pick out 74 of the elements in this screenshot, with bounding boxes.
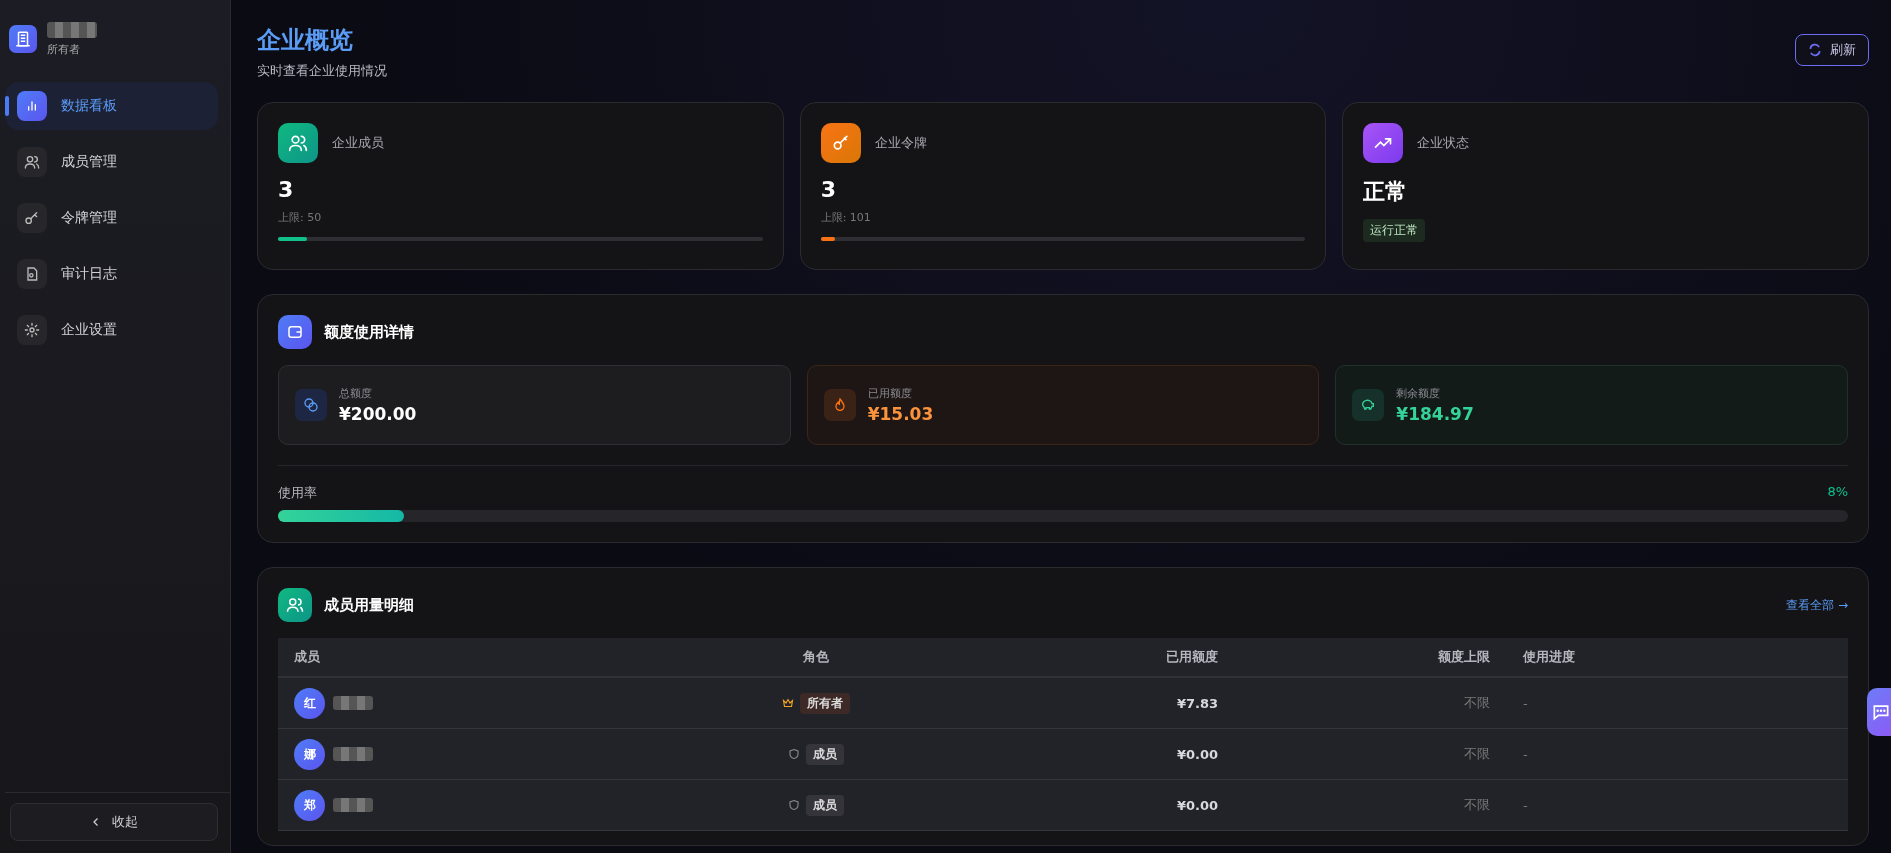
nav-item[interactable]: 企业设置 (5, 306, 218, 354)
table-cell: - (1491, 779, 1848, 831)
table-cell: ¥0.00 (917, 779, 1219, 831)
section-title: 额度使用详情 (324, 322, 414, 342)
table-cell: ¥0.00 (917, 728, 1219, 780)
users-icon (278, 588, 312, 622)
section-title: 成员用量明细 (324, 595, 414, 615)
trending-up-icon (1363, 123, 1404, 163)
quota-label: 总额度 (339, 386, 373, 401)
usage-rate-value: 8% (1827, 484, 1848, 501)
coins-icon (295, 389, 327, 421)
column-header: 使用进度 (1491, 638, 1848, 677)
table-cell: 不限 (1219, 779, 1491, 831)
users-icon (17, 147, 47, 177)
quota-value: ¥200.00 (339, 404, 417, 424)
column-header: 已用额度 (917, 638, 1219, 677)
stat-label: 企业成员 (332, 134, 384, 152)
settings-icon (17, 315, 47, 345)
crown-icon (782, 697, 794, 709)
member-name-redacted (333, 696, 373, 710)
status-badge: 运行正常 (1363, 219, 1426, 242)
users-icon (278, 123, 318, 163)
limit-text: 上限: 101 (820, 210, 872, 225)
page-title: 企业概览 (257, 25, 354, 56)
member-name-redacted (333, 798, 373, 812)
stat-value: 正常 (1363, 178, 1409, 206)
limit-text: 上限: 50 (278, 210, 323, 225)
key-icon (820, 123, 861, 163)
table-cell: ¥7.83 (917, 677, 1219, 729)
table-cell: 不限 (1219, 677, 1491, 729)
avatar: 红 (294, 687, 325, 719)
member-name-redacted (333, 747, 373, 761)
role-tag: 成员 (806, 794, 844, 816)
collapse-button[interactable]: 收起 (10, 803, 218, 841)
wallet-icon (278, 315, 312, 349)
stat-label: 企业状态 (1417, 134, 1470, 152)
avatar: 娜 (294, 738, 325, 770)
shield-icon (788, 799, 800, 811)
nav-item[interactable]: 成员管理 (5, 138, 218, 186)
org-name-redacted (47, 21, 97, 38)
role-tag: 成员 (806, 743, 844, 765)
view-all-link[interactable]: 查看全部 → (1786, 596, 1848, 614)
quota-value: ¥15.03 (867, 404, 934, 424)
table-cell: 不限 (1219, 728, 1491, 780)
document-icon (17, 259, 47, 289)
flame-icon (823, 389, 856, 421)
refresh-icon (1808, 43, 1822, 57)
avatar: 郑 (294, 789, 325, 821)
table-cell: - (1491, 728, 1848, 780)
piggy-bank-icon (1352, 389, 1385, 421)
nav-item[interactable]: 数据看板 (5, 82, 218, 130)
building-logo-icon (9, 25, 37, 53)
column-header: 额度上限 (1219, 638, 1491, 677)
chat-button[interactable] (1867, 688, 1891, 736)
user-role: 所有者 (47, 41, 81, 57)
stat-value: 3 (278, 177, 295, 202)
shield-icon (788, 748, 800, 760)
nav-item[interactable]: 审计日志 (5, 250, 218, 298)
table-cell: - (1491, 677, 1848, 729)
column-header: 成员 (278, 638, 715, 677)
bar-chart-icon (17, 91, 47, 121)
column-header: 角色 (715, 638, 917, 677)
stat-value: 3 (820, 177, 837, 202)
usage-rate-label: 使用率 (278, 484, 317, 502)
stat-label: 企业令牌 (874, 134, 927, 152)
refresh-button[interactable]: 刷新 (1795, 34, 1869, 66)
quota-value: ¥184.97 (1396, 404, 1474, 424)
key-icon (17, 203, 47, 233)
chat-icon (1871, 702, 1891, 722)
role-tag: 所有者 (800, 692, 850, 714)
quota-label: 剩余额度 (1396, 386, 1442, 401)
page-subtitle: 实时查看企业使用情况 (257, 62, 387, 80)
quota-label: 已用额度 (867, 386, 913, 401)
nav-item[interactable]: 令牌管理 (5, 194, 218, 242)
